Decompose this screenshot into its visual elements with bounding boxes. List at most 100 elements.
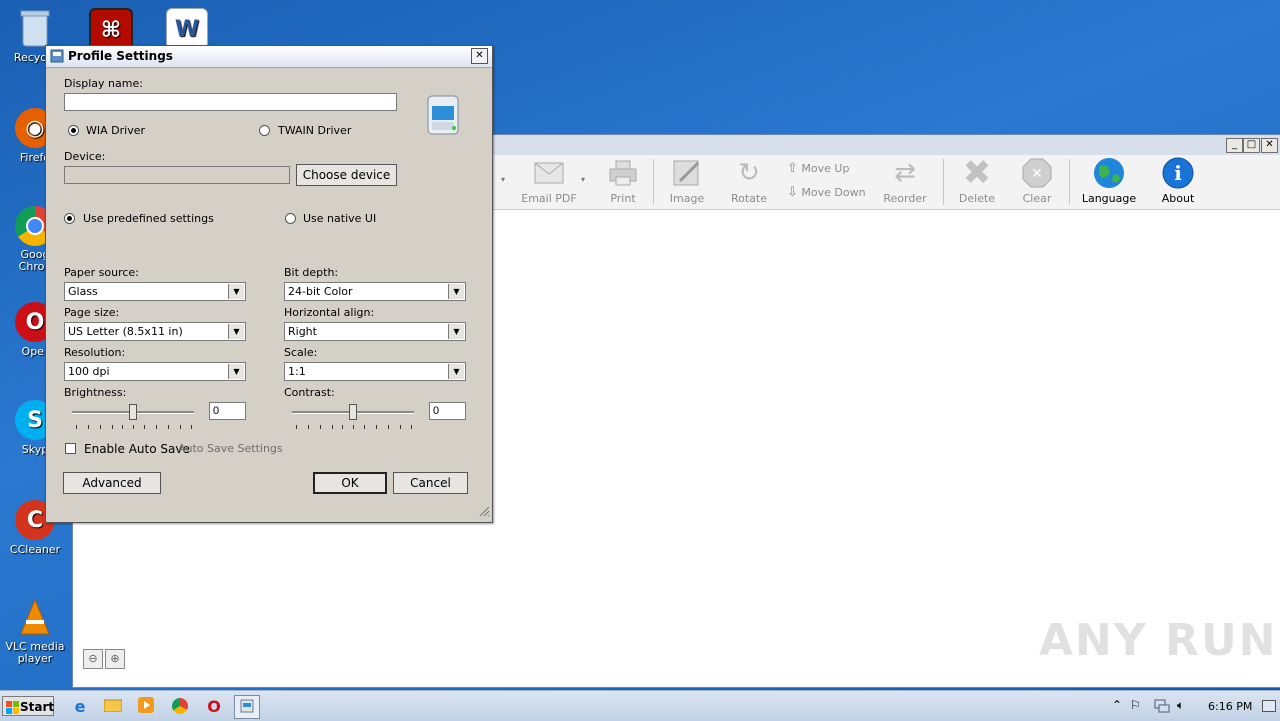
slider-tick	[388, 425, 389, 429]
email-pdf-button[interactable]: Email PDF	[519, 157, 579, 205]
slider-tick	[133, 425, 134, 429]
predefined-settings-label: Use predefined settings	[83, 212, 214, 225]
naps2-icon	[240, 699, 254, 716]
auto-save-settings-link[interactable]: Auto Save Settings	[178, 442, 283, 455]
chevron-down-icon: ▼	[448, 364, 464, 379]
slider-tick	[332, 425, 333, 429]
slider-tick	[88, 425, 89, 429]
toolbar-label: Language	[1081, 192, 1137, 205]
slider-thumb[interactable]	[349, 404, 357, 420]
flag-icon[interactable]: ⚐	[1130, 698, 1141, 712]
toolbar-separator	[1069, 159, 1070, 205]
taskbar-explorer[interactable]	[101, 695, 125, 717]
rotate-button[interactable]: ↻ Rotate	[727, 157, 771, 205]
clock[interactable]: 6:16 PM	[1208, 700, 1252, 713]
info-icon: i	[1161, 157, 1195, 189]
close-button[interactable]: ✕	[1261, 138, 1278, 153]
network-icon[interactable]	[1154, 697, 1170, 716]
advanced-button[interactable]: Advanced	[63, 472, 161, 494]
dialog-close-button[interactable]: ✕	[471, 48, 488, 64]
slider-thumb[interactable]	[129, 404, 137, 420]
dropdown-arrow-icon[interactable]: ▾	[581, 175, 585, 184]
paper-source-select[interactable]: Glass ▼	[64, 282, 246, 301]
chrome-icon	[172, 698, 188, 714]
wia-driver-radio[interactable]	[68, 125, 79, 136]
zoom-out-button[interactable]: ⊖	[83, 649, 103, 669]
dropdown-arrow-icon[interactable]: ▾	[501, 175, 505, 184]
device-label: Device:	[64, 150, 106, 163]
chevron-down-icon: ▼	[448, 284, 464, 299]
cancel-button[interactable]: Cancel	[393, 472, 468, 494]
slider-tick	[342, 425, 343, 429]
slider-tick	[364, 425, 365, 429]
bit-depth-select[interactable]: 24-bit Color ▼	[284, 282, 466, 301]
language-button[interactable]: Language	[1081, 157, 1137, 205]
zoom-in-icon: ⊕	[110, 652, 120, 665]
taskbar-opera[interactable]: O	[202, 695, 226, 717]
resize-grip-icon[interactable]	[478, 505, 490, 520]
clear-icon: ✕	[1020, 157, 1054, 189]
delete-button[interactable]: ✖ Delete	[955, 153, 999, 205]
tray-expand-icon[interactable]: ⌃	[1112, 698, 1122, 712]
scale-select[interactable]: 1:1 ▼	[284, 362, 466, 381]
auto-save-label: Enable Auto Save	[84, 442, 190, 456]
start-label: Start	[20, 700, 55, 714]
taskbar-naps2[interactable]	[234, 695, 260, 719]
image-edit-icon	[670, 157, 704, 189]
desktop-icon-vlc[interactable]: VLC media player	[0, 598, 70, 665]
move-down-button[interactable]: ⇩ Move Down	[787, 185, 867, 200]
rotate-icon: ↻	[738, 158, 760, 188]
native-ui-label: Use native UI	[303, 212, 377, 225]
page-size-value: US Letter (8.5x11 in)	[68, 325, 183, 338]
auto-save-checkbox[interactable]	[65, 443, 76, 454]
image-button[interactable]: Image	[665, 157, 709, 205]
chevron-down-icon: ▼	[228, 364, 244, 379]
delete-icon: ✖	[962, 153, 992, 193]
vlc-icon	[15, 598, 55, 638]
resolution-select[interactable]: 100 dpi ▼	[64, 362, 246, 381]
speaker-icon[interactable]: 🔈︎	[1177, 698, 1184, 713]
toolbar-label: Rotate	[730, 192, 767, 205]
reorder-button[interactable]: ⇄ Reorder	[881, 157, 929, 205]
contrast-value-input[interactable]	[429, 402, 466, 420]
brightness-value-input[interactable]	[209, 402, 246, 420]
start-button[interactable]: Start	[2, 696, 54, 716]
page-size-select[interactable]: US Letter (8.5x11 in) ▼	[64, 322, 246, 341]
slider-tick	[353, 425, 354, 429]
print-button[interactable]: Print	[601, 157, 645, 205]
desktop-icon-label: VLC media player	[5, 640, 65, 665]
taskbar-ie[interactable]: e	[68, 695, 92, 717]
clear-button[interactable]: ✕ Clear	[1015, 157, 1059, 205]
contrast-slider[interactable]	[284, 401, 424, 431]
brightness-slider[interactable]	[64, 401, 204, 431]
minimize-button[interactable]: _	[1226, 138, 1243, 153]
arrow-up-icon: ⇧	[787, 161, 798, 176]
brightness-label: Brightness:	[64, 386, 127, 399]
choose-device-button[interactable]: Choose device	[296, 164, 397, 186]
twain-driver-radio[interactable]	[259, 125, 270, 136]
zoom-in-button[interactable]: ⊕	[105, 649, 125, 669]
svg-text:i: i	[1174, 161, 1182, 185]
taskbar-chrome[interactable]	[168, 695, 192, 717]
toolbar-label: About	[1161, 192, 1195, 205]
about-button[interactable]: i About	[1155, 157, 1201, 205]
maximize-button[interactable]: □	[1243, 138, 1260, 153]
taskbar-media-player[interactable]	[134, 695, 158, 717]
slider-tick	[308, 425, 309, 429]
resolution-label: Resolution:	[64, 346, 126, 359]
native-ui-radio[interactable]	[285, 213, 296, 224]
slider-tick	[122, 425, 123, 429]
horizontal-align-value: Right	[288, 325, 317, 338]
move-up-button[interactable]: ⇧ Move Up	[787, 161, 867, 176]
predefined-settings-radio[interactable]	[64, 213, 75, 224]
dialog-titlebar[interactable]: Profile Settings ✕	[46, 46, 492, 68]
taskbar: Start e O ⌃ ⚐ 🔈︎ 6:16 PM	[0, 690, 1280, 721]
paper-source-label: Paper source:	[64, 266, 139, 279]
toolbar-label: Email PDF	[521, 192, 577, 205]
horizontal-align-select[interactable]: Right ▼	[284, 322, 466, 341]
show-desktop-button[interactable]	[1262, 700, 1276, 712]
slider-tick	[100, 425, 101, 429]
display-name-input[interactable]	[64, 93, 397, 111]
globe-icon	[1092, 157, 1126, 189]
ok-button[interactable]: OK	[313, 472, 387, 494]
